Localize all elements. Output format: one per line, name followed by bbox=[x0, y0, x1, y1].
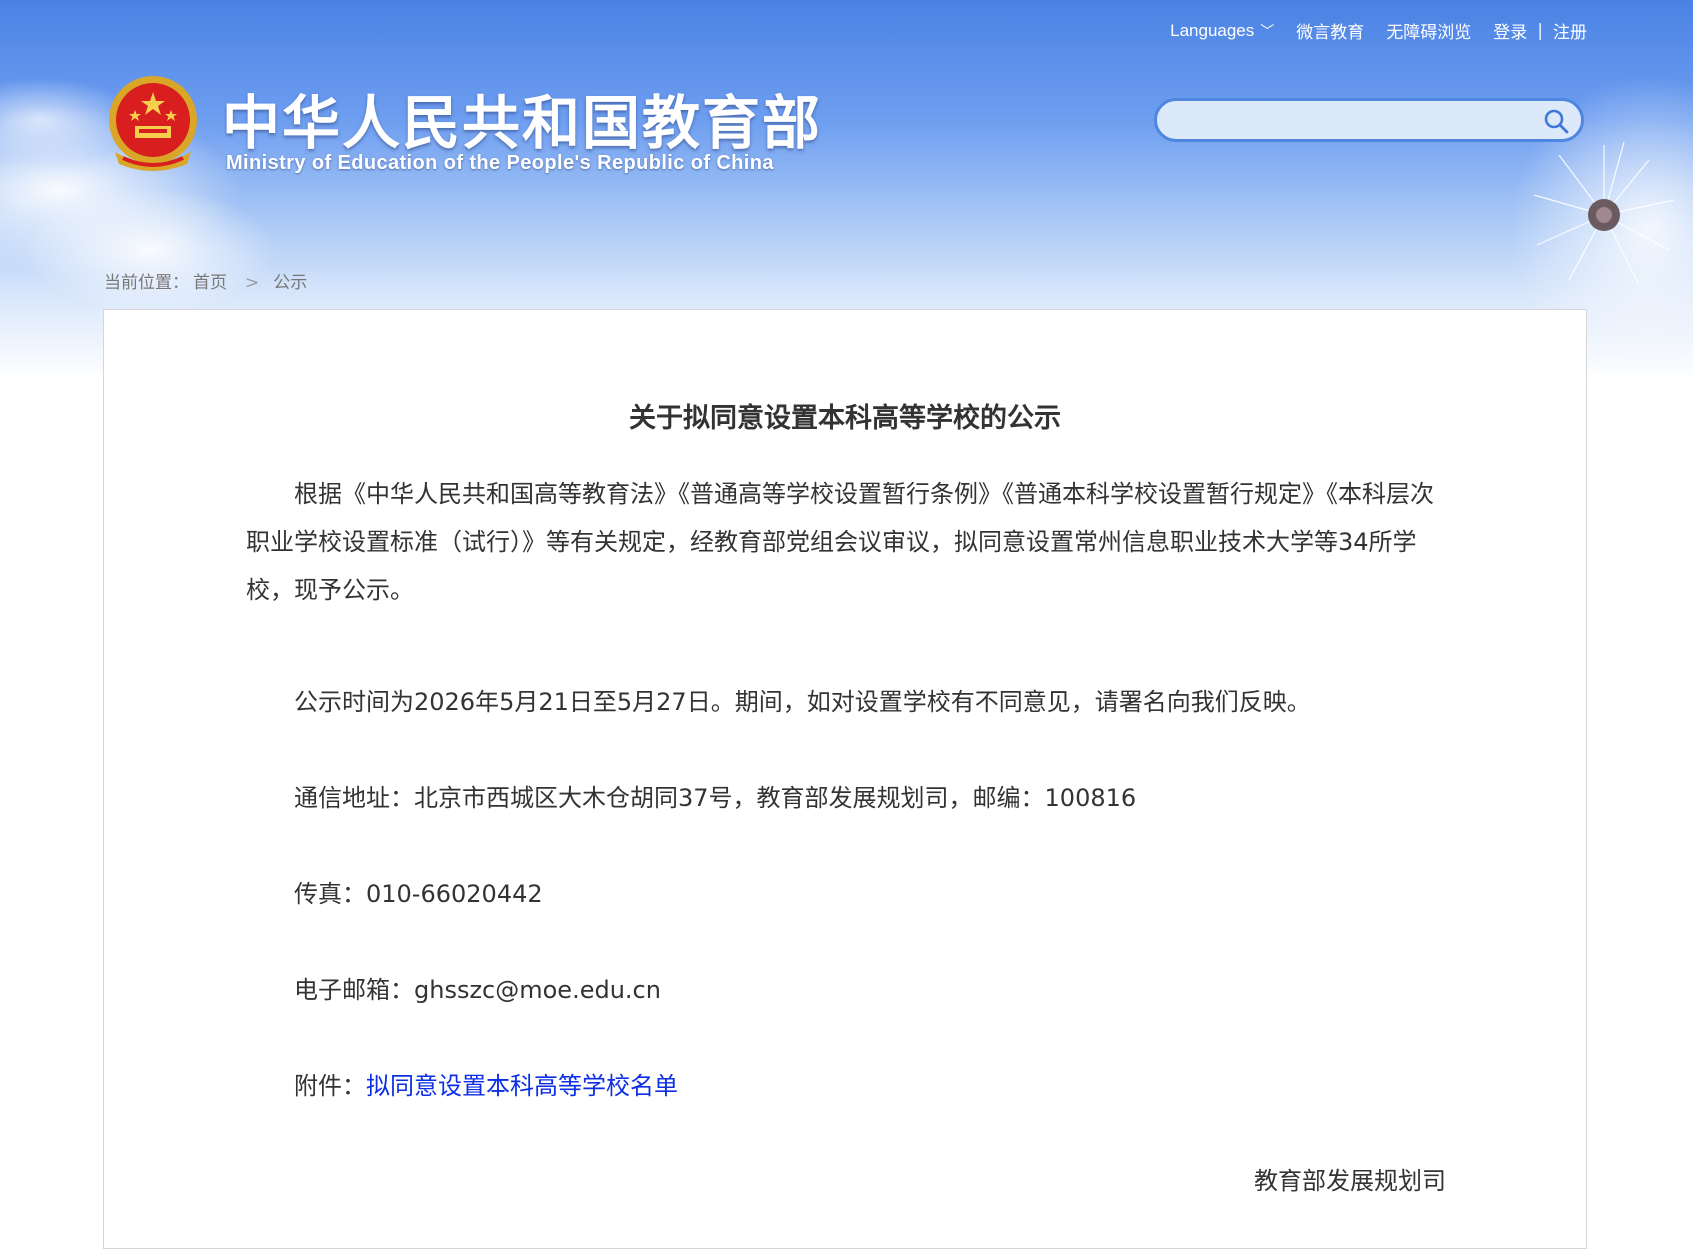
accessible-browsing-link[interactable]: 无障碍浏览 bbox=[1386, 18, 1471, 43]
languages-label: Languages bbox=[1170, 20, 1255, 40]
attachment-row: 附件：拟同意设置本科高等学校名单 bbox=[294, 1066, 678, 1101]
mailing-address-text: 通信地址：北京市西城区大木仓胡同37号，教育部发展规划司，邮编：100816 bbox=[294, 784, 1137, 812]
notice-period-text: 公示时间为2026年5月21日至5月27日。期间，如对设置学校有不同意见，请署名… bbox=[294, 688, 1311, 716]
languages-menu[interactable]: Languages ﹀ bbox=[1170, 21, 1274, 41]
article-title: 关于拟同意设置本科高等学校的公示 bbox=[629, 403, 1061, 434]
attachment-label: 附件： bbox=[294, 1072, 366, 1100]
chevron-down-icon: ﹀ bbox=[1260, 22, 1275, 39]
login-link[interactable]: 登录 bbox=[1493, 18, 1527, 43]
site-subtitle: Ministry of Education of the People's Re… bbox=[226, 152, 774, 174]
weiyan-education-link[interactable]: 微言教育 bbox=[1296, 18, 1364, 43]
article-paragraph: 根据《中华人民共和国高等教育法》《普通高等学校设置暂行条例》《普通本科学校设置暂… bbox=[246, 480, 1434, 604]
breadcrumb-separator: > bbox=[245, 273, 260, 293]
breadcrumb-prefix: 当前位置： bbox=[104, 273, 189, 293]
site-title: 中华人民共和国教育部 bbox=[222, 89, 823, 157]
search-box bbox=[1154, 98, 1584, 142]
dandelion-decoration bbox=[1533, 141, 1675, 286]
search-input[interactable] bbox=[1175, 107, 1509, 135]
nav-divider: | bbox=[1537, 20, 1543, 41]
article-panel: 关于拟同意设置本科高等学校的公示 根据《中华人民共和国高等教育法》《普通高等学校… bbox=[103, 309, 1587, 1249]
breadcrumb: 当前位置： 首页 > 公示 bbox=[104, 268, 311, 293]
search-icon[interactable] bbox=[1543, 108, 1569, 134]
breadcrumb-home-link[interactable]: 首页 bbox=[193, 273, 227, 293]
national-emblem-logo bbox=[109, 76, 197, 171]
attachment-link[interactable]: 拟同意设置本科高等学校名单 bbox=[366, 1072, 678, 1100]
signature: 教育部发展规划司 bbox=[1254, 1167, 1446, 1195]
fax-text: 传真：010-66020442 bbox=[294, 880, 543, 908]
top-navigation: Languages ﹀ 微言教育 无障碍浏览 登录 | 注册 bbox=[1148, 18, 1587, 44]
breadcrumb-current[interactable]: 公示 bbox=[273, 273, 307, 293]
email-text: 电子邮箱：ghsszc@moe.edu.cn bbox=[294, 976, 661, 1004]
register-link[interactable]: 注册 bbox=[1553, 18, 1587, 43]
